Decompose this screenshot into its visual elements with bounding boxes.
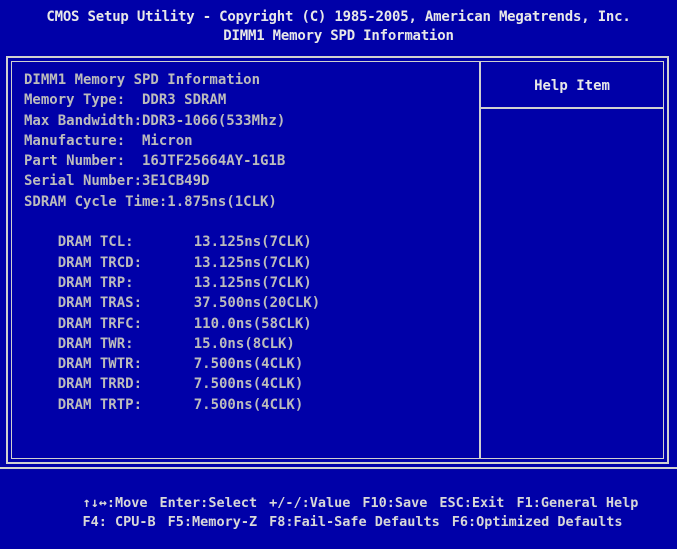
timing-value: 13.125ns(7CLK) <box>193 274 312 291</box>
key-optimized-defaults[interactable]: F6:Optimized Defaults <box>452 514 623 530</box>
timing-value: 13.125ns(7CLK) <box>193 254 312 271</box>
key-memory-z[interactable]: F5:Memory-Z <box>168 514 257 530</box>
timing-value: 110.0ns(58CLK) <box>193 315 312 332</box>
field-serial-number: Serial Number:3E1CB49D <box>24 173 210 190</box>
timing-label: DRAM TRP: <box>57 274 134 291</box>
title-bar: CMOS Setup Utility - Copyright (C) 1985-… <box>0 0 677 52</box>
timing-label: DRAM TRRD: <box>57 376 143 393</box>
timing-label: DRAM TRTP: <box>57 396 143 413</box>
timing-value: 37.500ns(20CLK) <box>193 295 321 312</box>
key-legend-row-2: F4: CPU-B F5:Memory-Z F8:Fail-Safe Default… <box>50 495 623 530</box>
timing-row-tcl: DRAM TCL: 13.125ns(7CLK) <box>24 212 464 250</box>
field-max-bandwidth: Max Bandwidth:DDR3-1066(533Mhz) <box>24 112 286 129</box>
timing-value: 13.125ns(7CLK) <box>193 234 312 251</box>
help-item-title: Help Item <box>534 78 610 94</box>
timing-label: DRAM TWR: <box>57 335 134 352</box>
timing-label: DRAM TWTR: <box>57 356 143 373</box>
spd-info-panel: DIMM1 Memory SPD Information Memory Type… <box>24 70 464 413</box>
help-separator <box>481 107 663 109</box>
timing-value: 7.500ns(4CLK) <box>193 376 304 393</box>
key-cpu-b[interactable]: F4: CPU-B <box>83 514 156 530</box>
timing-value: 7.500ns(4CLK) <box>193 396 304 413</box>
page-title: DIMM1 Memory SPD Information <box>223 28 454 44</box>
timing-label: DRAM TCL: <box>57 234 134 251</box>
help-divider <box>479 62 481 458</box>
bottom-separator <box>0 467 677 469</box>
field-manufacture: Manufacture: Micron <box>24 132 193 149</box>
timing-label: DRAM TRFC: <box>57 315 143 332</box>
field-memory-type: Memory Type: DDR3 SDRAM <box>24 92 227 109</box>
key-legend-row-1: ↑↓↔:Move Enter:Select +/-/:Value F10:Save ES… <box>50 476 639 511</box>
field-part-number: Part Number: 16JTF25664AY-1G1B <box>24 153 286 170</box>
timing-value: 15.0ns(8CLK) <box>193 335 295 352</box>
app-title: CMOS Setup Utility - Copyright (C) 1985-… <box>46 9 631 25</box>
timing-value: 7.500ns(4CLK) <box>193 356 304 373</box>
timing-label: DRAM TRAS: <box>57 295 143 312</box>
timing-label: DRAM TRCD: <box>57 254 143 271</box>
key-fail-safe-defaults[interactable]: F8:Fail-Safe Defaults <box>269 514 440 530</box>
field-cycle-time: SDRAM Cycle Time:1.875ns(1CLK) <box>24 193 277 210</box>
panel-heading: DIMM1 Memory SPD Information <box>24 72 261 88</box>
